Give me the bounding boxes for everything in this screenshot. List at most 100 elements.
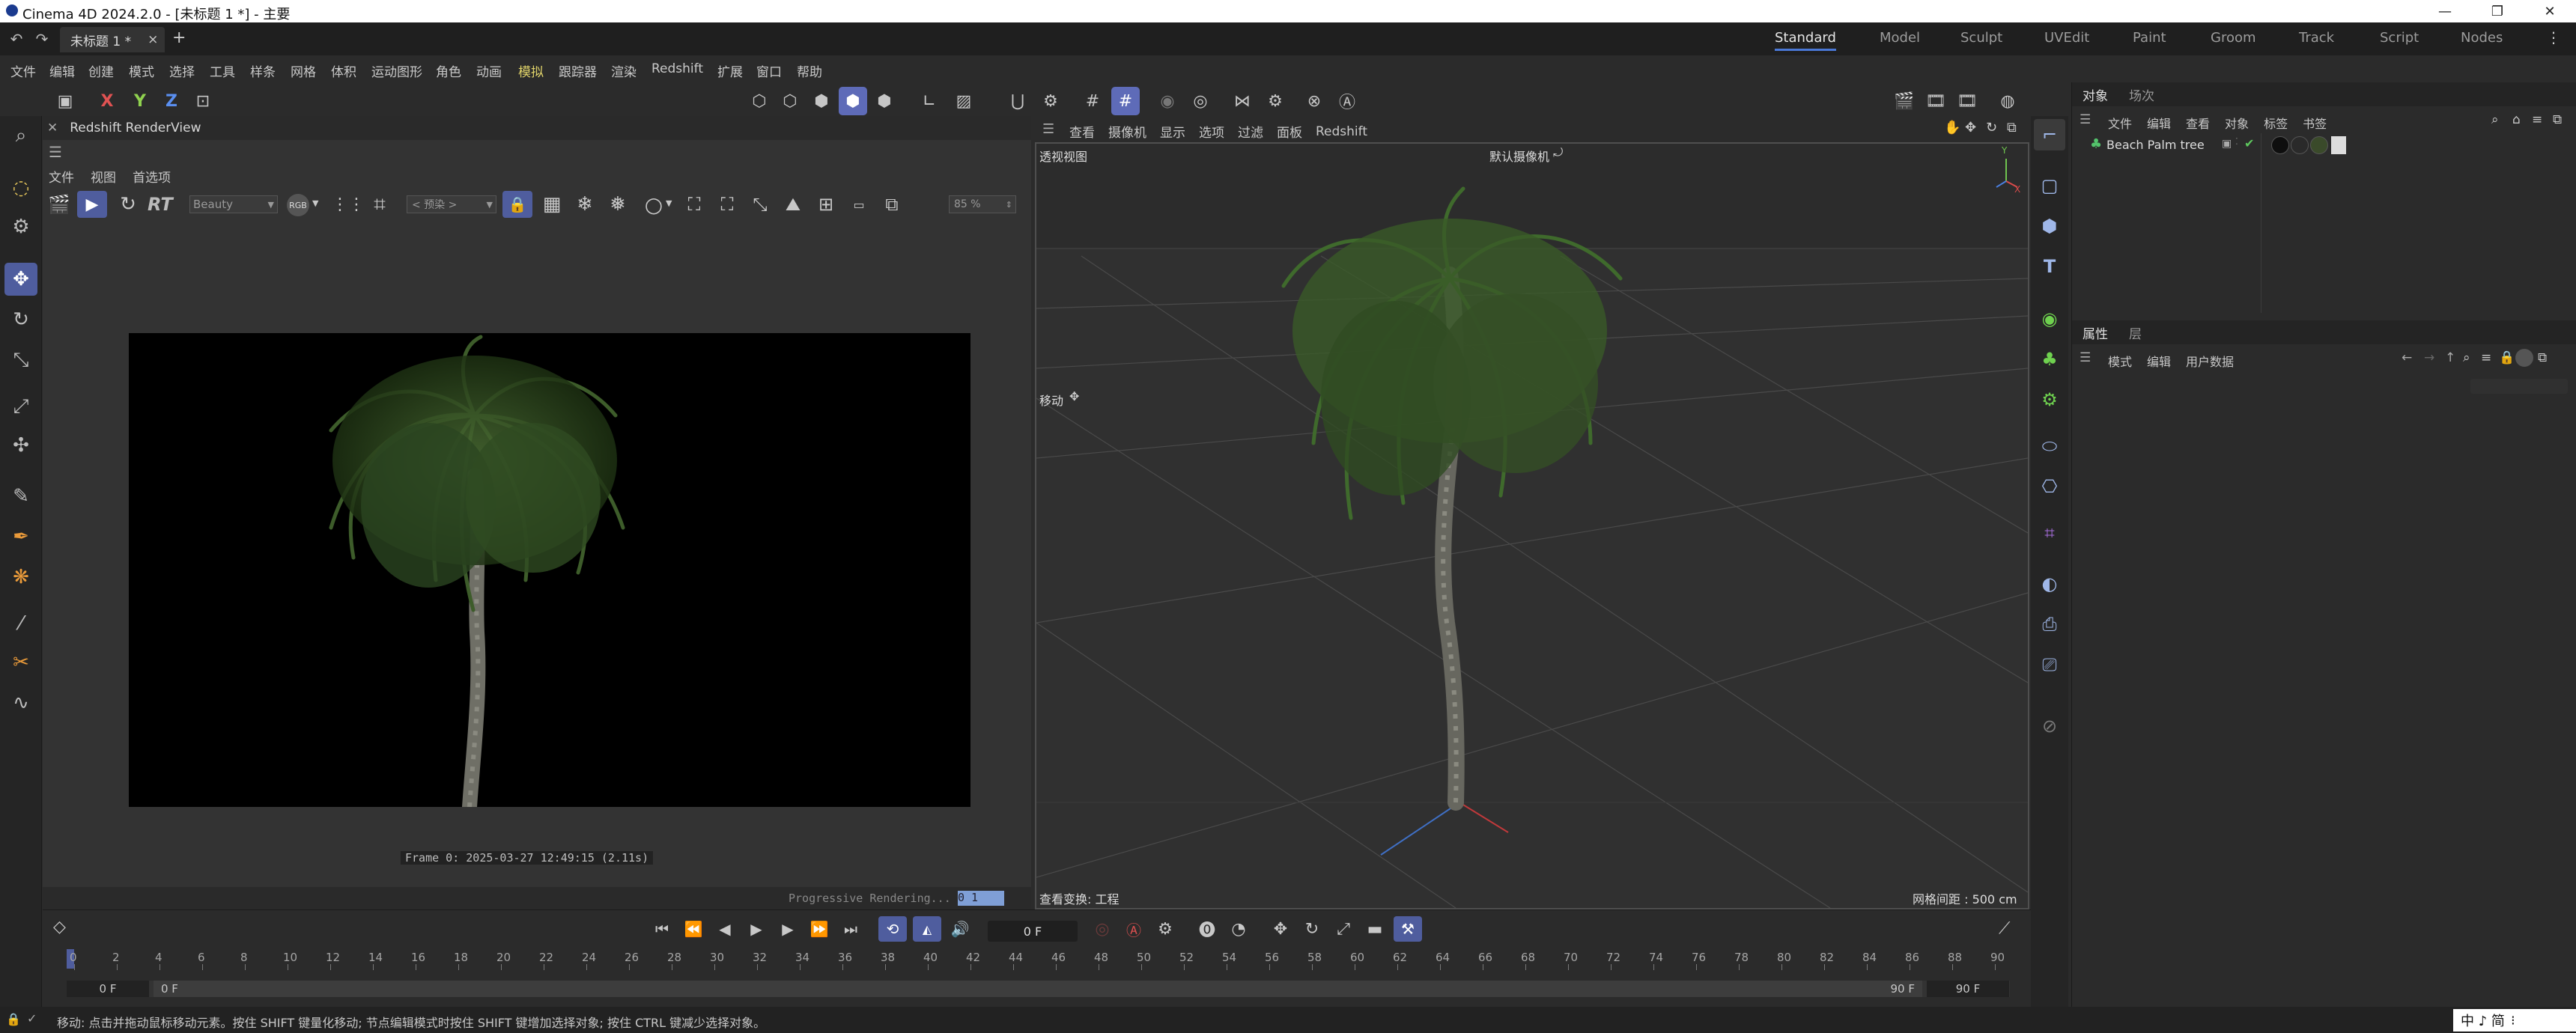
object-mode-icon[interactable]: ⬢ [839,87,867,115]
vp-menu-view[interactable]: 查看 [1069,122,1095,141]
axis-mode-icon[interactable]: ∟ [915,87,944,115]
range-end-field[interactable]: 90 F [1927,981,2009,997]
add-snapshot-icon[interactable]: ⊞ [812,191,839,218]
maximize-view-icon[interactable]: ⧉ [2007,120,2017,135]
rv-menu-view[interactable]: 视图 [91,167,116,186]
material-tag-icon[interactable] [2310,136,2328,154]
selection-settings-icon[interactable]: ⚙ [4,210,37,243]
viewport-camera[interactable]: 默认摄像机 [1489,147,1549,165]
object-name[interactable]: Beach Palm tree [2106,138,2205,152]
effector-object-icon[interactable]: ⚙ [2034,384,2065,415]
menu-spline[interactable]: 样条 [250,61,276,80]
camera-switch-icon[interactable]: ⤾ [1553,145,1563,160]
key-scale-icon[interactable]: ⤢ [1331,916,1356,942]
material-tag-icon[interactable] [2291,136,2309,154]
aov-select[interactable]: Beauty ▼ [189,195,278,213]
layout-tab-sculpt[interactable]: Sculpt [1960,30,2002,46]
key-rotation-icon[interactable]: ◔ [1226,916,1251,942]
zoom-stepper[interactable]: 85 % ⇕ [949,195,1016,213]
key-position-icon[interactable]: ⓿ [1194,916,1220,942]
fit-region-icon[interactable]: ⛶ [714,191,741,218]
rotate-view-icon[interactable]: ↻ [1986,120,1997,135]
attr-filter-icon[interactable]: ≡ [2481,350,2491,365]
layout-tab-model[interactable]: Model [1880,30,1920,46]
attr-menu-mode[interactable]: 模式 [2108,352,2132,370]
crop-select[interactable]: < 预染 > ▼ [407,195,496,213]
snap-settings-icon[interactable]: ⚙ [1036,87,1065,115]
rotate-tool-icon[interactable]: ↻ [4,303,37,336]
attr-maximize-icon[interactable]: ⧉ [2538,350,2547,365]
attr-menu-userdata[interactable]: 用户数据 [2186,352,2234,370]
playback-rate-button[interactable]: ◭ [913,916,941,942]
crop-icon[interactable]: ⌗ [366,191,393,218]
brush-tool-icon[interactable]: ⁄ [4,607,37,640]
menu-animate[interactable]: 动画 [476,61,502,80]
go-to-start-button[interactable]: ⏮ [649,916,675,942]
visibility-dots-icon[interactable]: ⁚ [2235,136,2238,147]
render-to-picture-viewer-icon[interactable]: 🎞 [1953,87,1981,115]
menu-tracker[interactable]: 跟踪器 [559,61,597,80]
rv-menu-prefs[interactable]: 首选项 [133,167,171,186]
timeline-graph-icon[interactable]: ⟋ [1999,919,2010,938]
vp-menu-options[interactable]: 选项 [1199,122,1224,141]
autokey-icon[interactable]: Ⓐ [1121,916,1146,942]
vp-menu-panel[interactable]: 面板 [1277,122,1302,141]
vp-menu-filter[interactable]: 过滤 [1238,122,1263,141]
menu-edit[interactable]: 编辑 [49,61,75,80]
play-button[interactable]: ▶ [744,916,769,942]
model-mode-icon[interactable]: ▣ [51,87,79,115]
layer-icon[interactable]: ▣ [2222,138,2232,150]
range-slider[interactable]: 0 F 90 F [154,981,1922,997]
keyframe-icon[interactable]: ◇ [53,918,66,936]
axis-x-lock-button[interactable]: X [93,87,121,115]
menu-simulate[interactable]: 模拟 [518,61,544,80]
tab-close-icon[interactable]: × [148,32,158,47]
move-tool-icon[interactable]: ✥ [4,263,37,296]
menu-create[interactable]: 创建 [88,61,114,80]
menu-tools[interactable]: 工具 [210,61,235,80]
points-mode-icon[interactable]: ⬡ [745,87,774,115]
om-menu-file[interactable]: 文件 [2108,114,2132,132]
circle-dropdown-icon[interactable]: ▼ [666,198,672,208]
render-settings-icon[interactable]: ◎ [1186,87,1215,115]
om-home-icon[interactable]: ⌂ [2512,112,2521,127]
vp-menu-redshift[interactable]: Redshift [1316,124,1367,139]
render-view-icon[interactable]: 🎞 [1922,87,1950,115]
snowflake-alt-icon[interactable]: ❅ [604,191,631,218]
om-menu-object[interactable]: 对象 [2225,114,2249,132]
loop-button[interactable]: ⟲ [878,916,907,942]
pan-view-icon[interactable]: ✋ [1944,120,1960,135]
menu-mode[interactable]: 模式 [129,61,154,80]
render-region-icon[interactable]: 🎬 [1890,87,1919,115]
sketch-icon[interactable]: ⊘ [2034,710,2065,742]
record-off-icon[interactable]: ◉ [1153,87,1182,115]
transform-tool-icon[interactable]: ⤢ [4,390,37,423]
tab-attributes[interactable]: 属性 [2083,323,2108,342]
layout-tab-script[interactable]: Script [2380,30,2419,46]
go-to-end-button[interactable]: ⏭ [838,916,863,942]
layout-tab-uvedit[interactable]: UVEdit [2044,30,2089,46]
environment-object-icon[interactable]: ◐ [2034,568,2065,600]
attr-target-icon[interactable] [2515,349,2533,367]
circle-icon[interactable]: ○ [640,191,667,218]
range-start-field[interactable]: 0 F [67,981,149,997]
grid-toggle-icon[interactable]: ▦ [538,191,565,218]
previous-key-button[interactable]: ⏪ [681,916,706,942]
light-object-icon[interactable]: ⎚ [2034,649,2065,680]
om-menu-view[interactable]: 查看 [2186,114,2210,132]
ime-indicator[interactable]: 中 ♪ 简 ⁝ [2453,1009,2576,1032]
menu-select[interactable]: 选择 [169,61,195,80]
menu-window[interactable]: 窗口 [756,61,782,80]
scale-tool-icon[interactable]: ⤡ [4,344,37,377]
menu-redshift[interactable]: Redshift [651,61,703,76]
forward-arrow-icon[interactable]: → [2424,350,2434,365]
attr-menu-edit[interactable]: 编辑 [2147,352,2171,370]
spline-object-icon[interactable]: ⌗ [2034,517,2065,549]
key-rotate-icon[interactable]: ↻ [1299,916,1325,942]
cursor-object-icon[interactable]: ⌐ [2034,119,2065,150]
close-window-button[interactable]: ✕ [2524,0,2576,22]
vp-menu-display[interactable]: 显示 [1160,122,1185,141]
menu-file[interactable]: 文件 [10,61,36,80]
range-bar[interactable]: 0 F 0 F 90 F 90 F [67,981,2010,997]
clapper-icon[interactable]: 🎬 [46,191,73,218]
